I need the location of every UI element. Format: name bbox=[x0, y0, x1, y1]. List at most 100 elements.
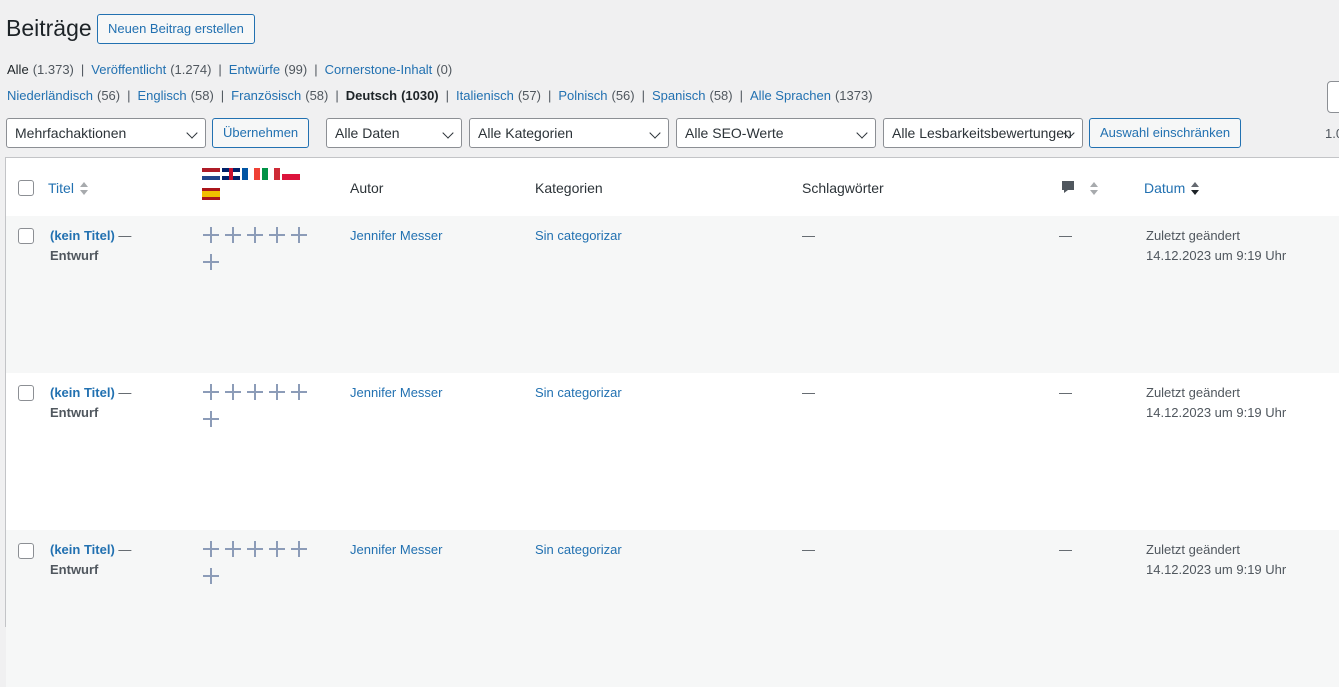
lang-filter-french[interactable]: Französisch bbox=[231, 88, 301, 103]
column-title[interactable]: Titel bbox=[48, 180, 88, 196]
comments-value: — bbox=[1059, 228, 1072, 243]
plus-icon[interactable] bbox=[202, 226, 220, 244]
plus-icon[interactable] bbox=[224, 383, 242, 401]
filter-cornerstone[interactable]: Cornerstone-Inhalt bbox=[325, 62, 433, 77]
language-filter-list: Niederländisch (56) | Englisch (58) | Franzö… bbox=[7, 88, 873, 103]
plus-icon[interactable] bbox=[268, 540, 286, 558]
sort-arrows-icon bbox=[79, 182, 88, 196]
date-status: Zuletzt geändert bbox=[1146, 228, 1240, 243]
separator: | bbox=[314, 62, 318, 77]
readability-filter-value: Alle Lesbarkeitsbewertungen bbox=[892, 125, 1072, 141]
date-filter-select[interactable]: Alle Daten bbox=[326, 118, 462, 148]
category-link[interactable]: Sin categorizar bbox=[535, 383, 622, 403]
post-title-link[interactable]: (kein Titel) bbox=[50, 228, 115, 243]
column-date[interactable]: Datum bbox=[1144, 180, 1200, 196]
lang-count: (1030) bbox=[401, 88, 439, 103]
filter-published[interactable]: Veröffentlicht bbox=[91, 62, 166, 77]
language-flags bbox=[202, 168, 317, 208]
readability-filter-select[interactable]: Alle Lesbarkeitsbewertungen bbox=[883, 118, 1083, 148]
separator: | bbox=[547, 88, 552, 103]
author-link[interactable]: Jennifer Messer bbox=[350, 383, 442, 403]
filter-drafts[interactable]: Entwürfe bbox=[229, 62, 280, 77]
date-filter-value: Alle Daten bbox=[335, 125, 400, 141]
post-title-link[interactable]: (kein Titel) bbox=[50, 542, 115, 557]
sort-arrows-icon bbox=[1191, 182, 1200, 196]
plus-icon[interactable] bbox=[224, 226, 242, 244]
separator: | bbox=[445, 88, 450, 103]
plus-icon[interactable] bbox=[202, 383, 220, 401]
sort-arrows-icon[interactable] bbox=[1090, 182, 1098, 196]
date-cell: Zuletzt geändert 14.12.2023 um 9:19 Uhr bbox=[1146, 383, 1286, 423]
author-link[interactable]: Jennifer Messer bbox=[350, 226, 442, 246]
lang-filter-dutch[interactable]: Niederländisch bbox=[7, 88, 93, 103]
status-filter-list: Alle (1.373) | Veröffentlicht (1.274) | Entw… bbox=[7, 62, 452, 77]
pagination-count: 1.0 bbox=[1325, 126, 1339, 141]
lang-filter-all[interactable]: Alle Sprachen bbox=[750, 88, 831, 103]
search-input[interactable] bbox=[1327, 81, 1339, 113]
plus-icon[interactable] bbox=[246, 383, 264, 401]
flag-es-icon bbox=[202, 188, 220, 200]
plus-icon[interactable] bbox=[202, 540, 220, 558]
comment-bubble-icon[interactable] bbox=[1061, 180, 1075, 197]
date-value: 14.12.2023 um 9:19 Uhr bbox=[1146, 562, 1287, 577]
add-new-post-button[interactable]: Neuen Beitrag erstellen bbox=[97, 14, 255, 44]
lang-filter-italian[interactable]: Italienisch bbox=[456, 88, 514, 103]
post-state: Entwurf bbox=[50, 405, 99, 420]
flag-nl-icon bbox=[202, 168, 220, 180]
lang-filter-english[interactable]: Englisch bbox=[138, 88, 187, 103]
date-value: 14.12.2023 um 9:19 Uhr bbox=[1146, 248, 1287, 263]
plus-icon[interactable] bbox=[224, 540, 242, 558]
plus-icon[interactable] bbox=[202, 410, 220, 428]
flag-it-icon bbox=[262, 168, 280, 180]
chevron-down-icon bbox=[856, 127, 868, 139]
lang-count: (56) bbox=[611, 88, 635, 103]
title-dash: — bbox=[114, 385, 132, 400]
post-title-cell: (kein Titel) — Entwurf bbox=[50, 226, 160, 266]
separator: | bbox=[739, 88, 744, 103]
row-checkbox[interactable] bbox=[18, 543, 34, 559]
chevron-down-icon bbox=[442, 127, 454, 139]
plus-icon[interactable] bbox=[268, 226, 286, 244]
filter-all[interactable]: Alle bbox=[7, 62, 29, 77]
translation-add-buttons bbox=[202, 383, 317, 437]
date-status: Zuletzt geändert bbox=[1146, 542, 1240, 557]
plus-icon[interactable] bbox=[246, 226, 264, 244]
post-title-link[interactable]: (kein Titel) bbox=[50, 385, 115, 400]
tags-value: — bbox=[802, 385, 815, 400]
column-title-label: Titel bbox=[48, 180, 74, 196]
plus-icon[interactable] bbox=[290, 540, 308, 558]
filter-published-count: (1.274) bbox=[170, 62, 212, 77]
separator: | bbox=[641, 88, 646, 103]
category-link[interactable]: Sin categorizar bbox=[535, 226, 622, 246]
plus-icon[interactable] bbox=[268, 383, 286, 401]
lang-filter-german[interactable]: Deutsch bbox=[346, 88, 397, 103]
plus-icon[interactable] bbox=[202, 253, 220, 271]
row-checkbox[interactable] bbox=[18, 228, 34, 244]
filter-button[interactable]: Auswahl einschränken bbox=[1089, 118, 1242, 148]
row-checkbox[interactable] bbox=[18, 385, 34, 401]
flag-pl-icon bbox=[282, 168, 300, 180]
comments-value: — bbox=[1059, 542, 1072, 557]
select-all-checkbox[interactable] bbox=[18, 180, 34, 196]
lang-filter-polish[interactable]: Polnisch bbox=[558, 88, 607, 103]
category-filter-select[interactable]: Alle Kategorien bbox=[469, 118, 669, 148]
lang-count: (56) bbox=[97, 88, 121, 103]
translation-add-buttons bbox=[202, 540, 317, 594]
author-link[interactable]: Jennifer Messer bbox=[350, 540, 442, 560]
column-author: Autor bbox=[350, 180, 384, 196]
bulk-actions-select[interactable]: Mehrfachaktionen bbox=[6, 118, 206, 148]
tags-value: — bbox=[802, 228, 815, 243]
lang-filter-spanish[interactable]: Spanisch bbox=[652, 88, 705, 103]
plus-icon[interactable] bbox=[202, 567, 220, 585]
title-dash: — bbox=[114, 228, 132, 243]
plus-icon[interactable] bbox=[290, 226, 308, 244]
seo-filter-select[interactable]: Alle SEO-Werte bbox=[676, 118, 876, 148]
date-value: 14.12.2023 um 9:19 Uhr bbox=[1146, 405, 1287, 420]
apply-button[interactable]: Übernehmen bbox=[212, 118, 310, 148]
plus-icon[interactable] bbox=[246, 540, 264, 558]
separator: | bbox=[218, 62, 222, 77]
category-link[interactable]: Sin categorizar bbox=[535, 540, 622, 560]
lang-count: (1373) bbox=[834, 88, 873, 103]
plus-icon[interactable] bbox=[290, 383, 308, 401]
table-header: Titel Autor Kategorien Schlagwörter Datu… bbox=[6, 158, 1339, 217]
